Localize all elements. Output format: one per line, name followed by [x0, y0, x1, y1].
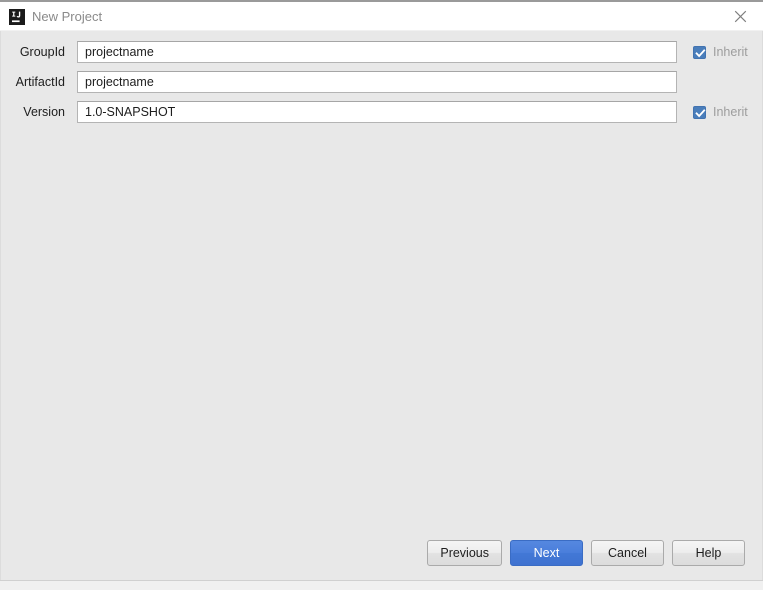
help-button[interactable]: Help — [672, 540, 745, 566]
version-inherit-group[interactable]: Inherit — [693, 103, 748, 121]
titlebar: New Project — [0, 2, 763, 31]
groupid-inherit-label: Inherit — [713, 45, 748, 59]
artifactid-input[interactable] — [77, 71, 677, 93]
dialog-button-bar: Previous Next Cancel Help — [427, 540, 745, 566]
previous-button[interactable]: Previous — [427, 540, 502, 566]
form-row-artifactid: ArtifactId — [1, 71, 763, 93]
groupid-label: GroupId — [19, 45, 65, 59]
version-input[interactable] — [77, 101, 677, 123]
window-title: New Project — [32, 9, 103, 24]
new-project-dialog: New Project GroupId Inherit — [0, 0, 763, 590]
next-button[interactable]: Next — [510, 540, 583, 566]
form-row-groupid: GroupId Inherit — [1, 41, 763, 63]
groupid-input[interactable] — [77, 41, 677, 63]
close-button[interactable] — [717, 2, 763, 31]
cancel-button[interactable]: Cancel — [591, 540, 664, 566]
version-label: Version — [23, 105, 65, 119]
groupid-inherit-group[interactable]: Inherit — [693, 43, 748, 61]
version-inherit-checkbox[interactable] — [693, 105, 706, 119]
form-row-version: Version Inherit — [1, 101, 763, 123]
close-icon — [734, 10, 747, 23]
dialog-body: GroupId Inherit ArtifactId Version — [0, 31, 763, 580]
version-inherit-label: Inherit — [713, 105, 748, 119]
groupid-inherit-checkbox[interactable] — [693, 45, 706, 59]
intellij-idea-icon — [9, 9, 25, 25]
artifactid-label: ArtifactId — [15, 75, 65, 89]
